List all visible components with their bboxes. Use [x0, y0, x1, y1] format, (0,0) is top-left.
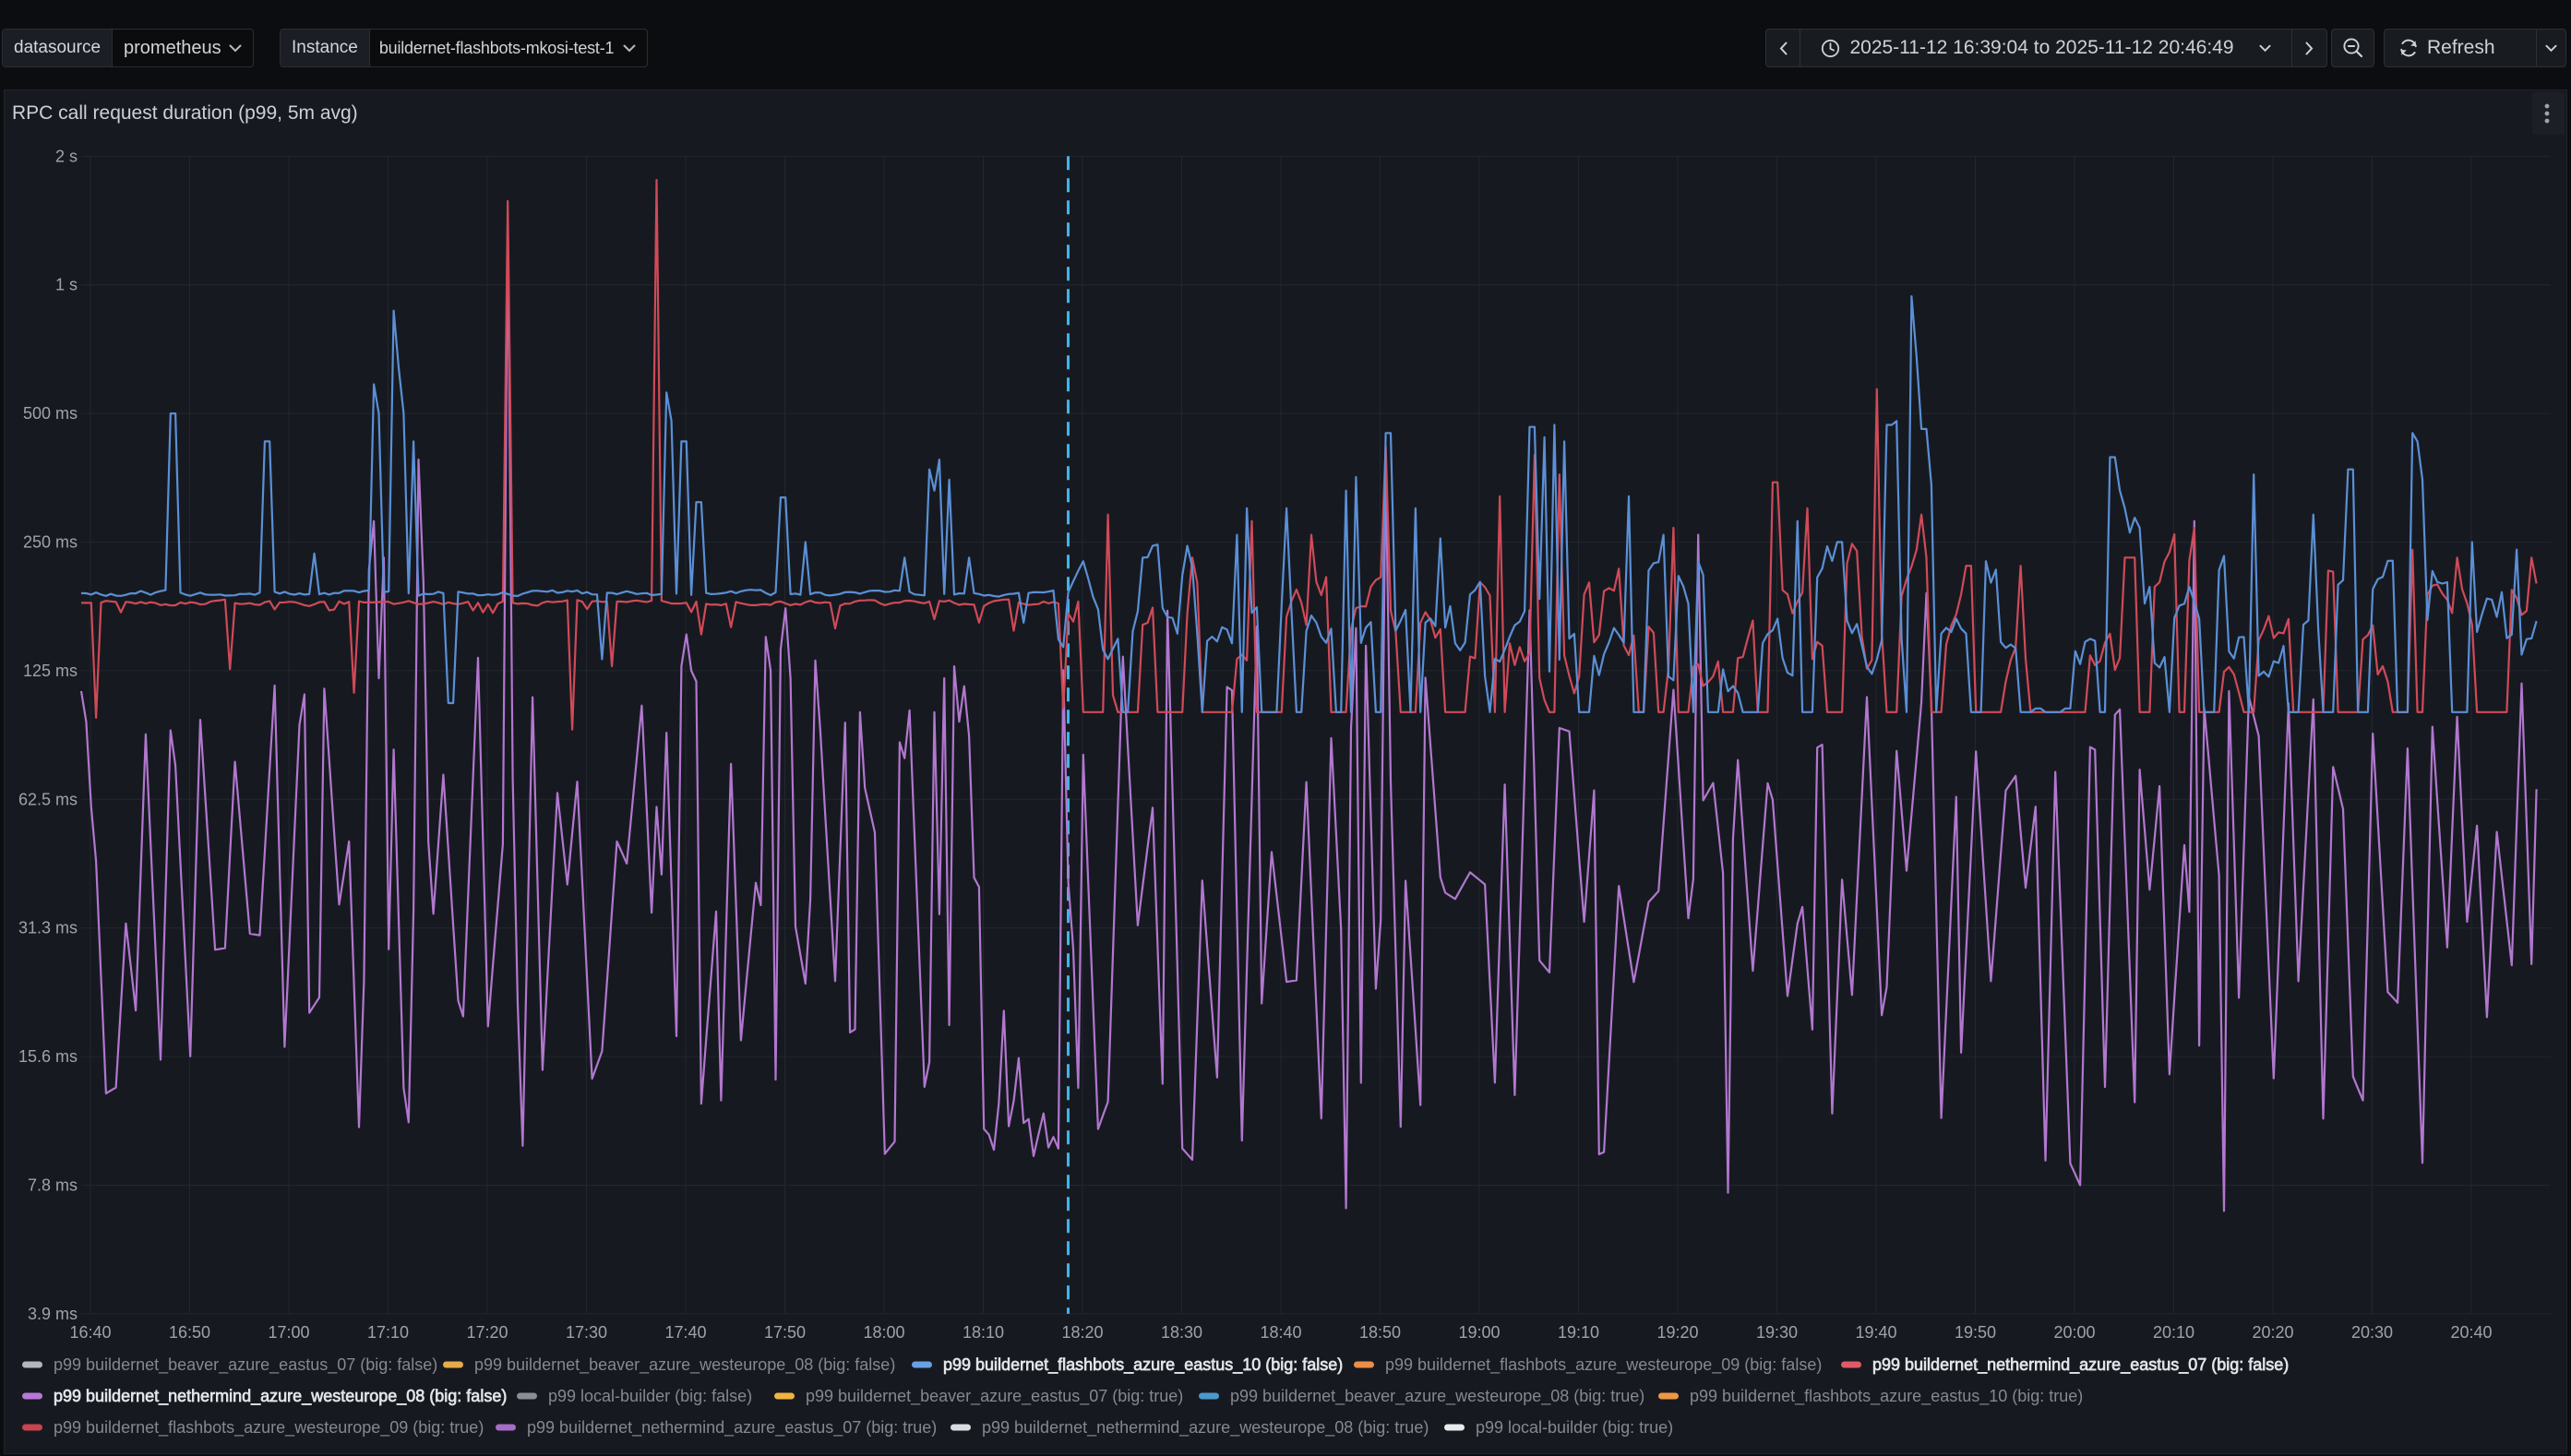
svg-text:17:40: 17:40 — [664, 1323, 706, 1342]
svg-text:p99 buildernet_nethermind_azur: p99 buildernet_nethermind_azure_westeuro… — [982, 1418, 1429, 1438]
svg-text:125 ms: 125 ms — [23, 662, 78, 680]
svg-text:1 s: 1 s — [55, 276, 78, 294]
svg-text:17:20: 17:20 — [466, 1323, 508, 1342]
svg-text:p99 buildernet_nethermind_azur: p99 buildernet_nethermind_azure_eastus_0… — [1872, 1355, 2289, 1375]
svg-text:18:00: 18:00 — [863, 1323, 904, 1342]
svg-text:16:40: 16:40 — [69, 1323, 111, 1342]
svg-text:20:40: 20:40 — [2450, 1323, 2492, 1342]
svg-text:19:50: 19:50 — [1955, 1323, 1996, 1342]
svg-text:18:30: 18:30 — [1161, 1323, 1202, 1342]
svg-text:7.8 ms: 7.8 ms — [28, 1176, 78, 1195]
svg-text:p99 buildernet_flashbots_azure: p99 buildernet_flashbots_azure_eastus_10… — [1690, 1387, 2083, 1406]
svg-text:p99 buildernet_nethermind_azur: p99 buildernet_nethermind_azure_westeuro… — [54, 1387, 507, 1406]
svg-text:p99 buildernet_nethermind_azur: p99 buildernet_nethermind_azure_eastus_0… — [527, 1418, 937, 1438]
svg-text:500 ms: 500 ms — [23, 404, 78, 423]
svg-text:18:40: 18:40 — [1260, 1323, 1301, 1342]
svg-text:15.6 ms: 15.6 ms — [18, 1047, 78, 1066]
svg-text:p99 buildernet_beaver_azure_ea: p99 buildernet_beaver_azure_eastus_07 (b… — [806, 1387, 1183, 1406]
svg-text:19:40: 19:40 — [1855, 1323, 1896, 1342]
svg-text:19:00: 19:00 — [1458, 1323, 1500, 1342]
svg-text:p99 buildernet_beaver_azure_we: p99 buildernet_beaver_azure_westeurope_0… — [474, 1355, 895, 1375]
svg-text:2 s: 2 s — [55, 147, 78, 165]
svg-text:62.5 ms: 62.5 ms — [18, 790, 78, 808]
svg-text:17:10: 17:10 — [367, 1323, 409, 1342]
svg-text:20:30: 20:30 — [2351, 1323, 2393, 1342]
svg-text:20:10: 20:10 — [2153, 1323, 2194, 1342]
svg-text:17:30: 17:30 — [566, 1323, 607, 1342]
svg-text:p99 buildernet_beaver_azure_we: p99 buildernet_beaver_azure_westeurope_0… — [1230, 1387, 1644, 1406]
svg-text:31.3 ms: 31.3 ms — [18, 919, 78, 937]
svg-text:19:10: 19:10 — [1558, 1323, 1599, 1342]
svg-text:p99 buildernet_flashbots_azure: p99 buildernet_flashbots_azure_eastus_10… — [943, 1355, 1343, 1375]
svg-text:17:00: 17:00 — [268, 1323, 309, 1342]
svg-text:18:20: 18:20 — [1061, 1323, 1103, 1342]
svg-text:p99 buildernet_flashbots_azure: p99 buildernet_flashbots_azure_westeurop… — [54, 1418, 484, 1438]
svg-text:20:20: 20:20 — [2252, 1323, 2293, 1342]
svg-text:18:50: 18:50 — [1359, 1323, 1401, 1342]
svg-text:18:10: 18:10 — [963, 1323, 1004, 1342]
svg-text:20:00: 20:00 — [2053, 1323, 2095, 1342]
svg-text:19:20: 19:20 — [1656, 1323, 1698, 1342]
svg-text:17:50: 17:50 — [764, 1323, 806, 1342]
svg-text:p99 local-builder (big: true): p99 local-builder (big: true) — [1476, 1418, 1673, 1437]
svg-text:p99 local-builder (big: false): p99 local-builder (big: false) — [548, 1387, 752, 1405]
svg-text:p99 buildernet_flashbots_azure: p99 buildernet_flashbots_azure_westeurop… — [1385, 1355, 1822, 1375]
svg-text:3.9 ms: 3.9 ms — [28, 1305, 78, 1323]
svg-text:19:30: 19:30 — [1756, 1323, 1798, 1342]
svg-text:250 ms: 250 ms — [23, 533, 78, 552]
svg-text:16:50: 16:50 — [169, 1323, 210, 1342]
svg-text:p99 buildernet_beaver_azure_ea: p99 buildernet_beaver_azure_eastus_07 (b… — [54, 1355, 437, 1375]
